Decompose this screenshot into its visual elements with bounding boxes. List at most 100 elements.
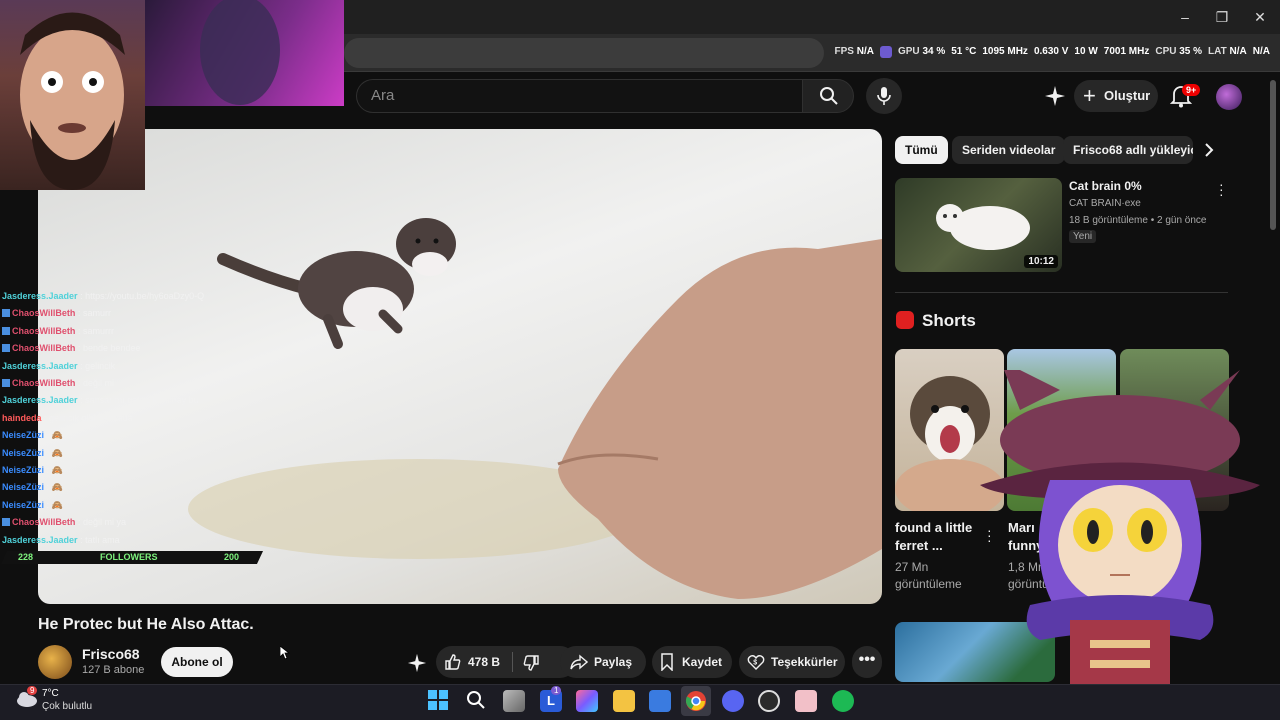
osd-gpu-clock: 1095 MHz — [982, 46, 1028, 57]
search-icon — [820, 87, 838, 105]
osd-lat: LAT N/A — [1208, 46, 1247, 57]
chat-message: NeiseZüzi : 🙈 — [2, 465, 63, 476]
svg-text:$: $ — [753, 660, 757, 667]
share-button[interactable]: Paylaş — [560, 646, 646, 678]
thumbs-down-icon — [523, 655, 539, 671]
channel-name[interactable]: Frisco68 — [82, 646, 140, 662]
taskbar-search-icon[interactable] — [466, 690, 486, 710]
like-button[interactable]: 478 B — [436, 646, 512, 678]
more-options-icon[interactable]: · · · — [1219, 177, 1224, 201]
windows-start-icon[interactable] — [428, 690, 448, 710]
scrollbar[interactable] — [1270, 80, 1276, 230]
vtuber-cat-avatar — [980, 370, 1260, 686]
create-label: Oluştur — [1104, 88, 1151, 103]
like-separator — [512, 652, 513, 672]
app-pink-icon[interactable] — [795, 690, 817, 712]
followers-target: 200 — [224, 552, 240, 562]
thanks-label: Teşekkürler — [771, 655, 838, 669]
recommended-title[interactable]: Cat brain 0% — [1069, 179, 1142, 193]
copilot-icon[interactable] — [576, 690, 598, 712]
chip-uploader[interactable]: Frisco68 adlı yükleyici — [1063, 136, 1193, 164]
osd-gpu-temp: 51 °C — [951, 46, 977, 57]
chrome-icon[interactable] — [685, 690, 707, 712]
save-button[interactable]: Kaydet — [652, 646, 732, 678]
gemini-sparkle-icon[interactable] — [1044, 85, 1066, 107]
video-title: He Protec but He Also Attac. — [38, 616, 254, 633]
video-duration: 10:12 — [1024, 255, 1058, 268]
chip-series-videos[interactable]: Seriden videolar — [952, 136, 1066, 164]
subscriber-count: 127 B abone — [82, 664, 145, 676]
chat-message: ChaosWillBeth : samurrr — [2, 323, 262, 340]
file-explorer-icon[interactable] — [613, 690, 635, 712]
minimize-button[interactable]: – — [1175, 8, 1195, 26]
badge-icon — [2, 518, 10, 527]
badge-icon — [2, 379, 10, 388]
performance-overlay: FPS N/A GPU 34 % 51 °C 1095 MHz 0.630 V … — [835, 46, 1270, 58]
osd-mem-clock: 7001 MHz — [1103, 46, 1150, 57]
discord-icon[interactable] — [722, 690, 744, 712]
chat-message: Jasderess.Jaader : tatlı ama — [2, 534, 120, 545]
plus-icon: + — [1083, 83, 1096, 108]
chip-all[interactable]: Tümü — [895, 136, 948, 164]
address-bar[interactable] — [344, 38, 824, 68]
more-actions-button[interactable]: ••• — [852, 646, 882, 678]
secondary-webcam — [145, 0, 344, 106]
chat-message: NeiseZüzi : 🙈 — [2, 482, 63, 493]
close-button[interactable]: ✕ — [1250, 8, 1270, 26]
short-views: 27 Mn görüntüleme — [895, 560, 962, 591]
search-button[interactable] — [802, 79, 854, 113]
share-icon — [570, 654, 588, 670]
mouse-cursor-icon — [280, 646, 290, 660]
recommended-thumbnail[interactable]: 10:12 — [895, 178, 1062, 272]
chat-message: Jasderess.Jaader : https://youtu.be/hy6o… — [2, 291, 205, 301]
chat-message: haindeda : gelincik gibi bencede — [2, 412, 133, 423]
subscribe-button[interactable]: Abone ol — [161, 647, 233, 677]
followers-current: 228 — [18, 552, 34, 562]
thumbs-up-icon — [445, 654, 461, 670]
followers-label: FOLLOWERS — [100, 552, 158, 562]
chat-message: NeiseZüzi : 🙈 — [2, 430, 63, 441]
osd-lat-2: N/A — [1252, 46, 1270, 57]
chat-message: NeiseZüzi : 🙈 — [2, 499, 63, 510]
spotify-icon[interactable] — [832, 690, 854, 712]
microphone-icon — [877, 87, 891, 105]
shorts-section-title: Shorts — [922, 311, 976, 330]
thanks-button[interactable]: $ Teşekkürler — [739, 646, 845, 678]
share-label: Paylaş — [594, 655, 633, 669]
recommended-channel[interactable]: CAT BRAIN·exe — [1069, 198, 1141, 209]
osd-gpu: GPU 34 % — [897, 46, 946, 57]
chat-message: Jasderess.Jaader : gelincik — [2, 360, 116, 371]
chat-message: ChaosWillBeth : değil mi — [2, 375, 262, 392]
create-button[interactable]: + Oluştur — [1074, 80, 1158, 112]
badge-icon — [2, 344, 10, 353]
account-avatar[interactable] — [1216, 84, 1242, 110]
osd-cpu: CPU 35 % — [1155, 46, 1203, 57]
maximize-button[interactable]: ❐ — [1212, 8, 1232, 26]
ask-sparkle-icon[interactable] — [407, 653, 427, 673]
streamer-webcam — [0, 0, 145, 190]
streamer-face — [20, 12, 125, 190]
thanks-heart-icon: $ — [747, 655, 765, 670]
windows-taskbar — [0, 684, 1280, 720]
save-label: Kaydet — [682, 655, 723, 669]
voice-search-button[interactable] — [866, 78, 902, 114]
like-count: 478 B — [468, 655, 501, 669]
badge-icon — [2, 309, 10, 318]
bookmark-save-icon — [661, 653, 673, 671]
search-input[interactable]: Ara — [356, 79, 802, 113]
followers-goal: 228 FOLLOWERS 200 — [4, 551, 260, 564]
store-icon[interactable] — [649, 690, 671, 712]
like-dislike-group: 478 B — [436, 646, 576, 678]
new-badge: Yeni — [1069, 230, 1097, 243]
chat-message: ChaosWillBeth : samurr — [2, 305, 262, 322]
weather-desc: Çok bulutlu — [42, 701, 93, 712]
chevron-right-icon[interactable] — [1202, 143, 1216, 157]
osd-fps: FPS N/A — [834, 46, 874, 57]
chat-message: NeiseZüzi : 🙈 — [2, 447, 63, 458]
chat-message: ChaosWillBeth : değil mi ya — [2, 514, 262, 531]
task-view-icon[interactable] — [503, 690, 525, 712]
dislike-button[interactable] — [514, 646, 554, 678]
channel-avatar[interactable] — [38, 645, 72, 679]
obs-icon[interactable] — [758, 690, 780, 712]
chat-message: ChaosWillBeth : bende bendee — [2, 340, 262, 357]
